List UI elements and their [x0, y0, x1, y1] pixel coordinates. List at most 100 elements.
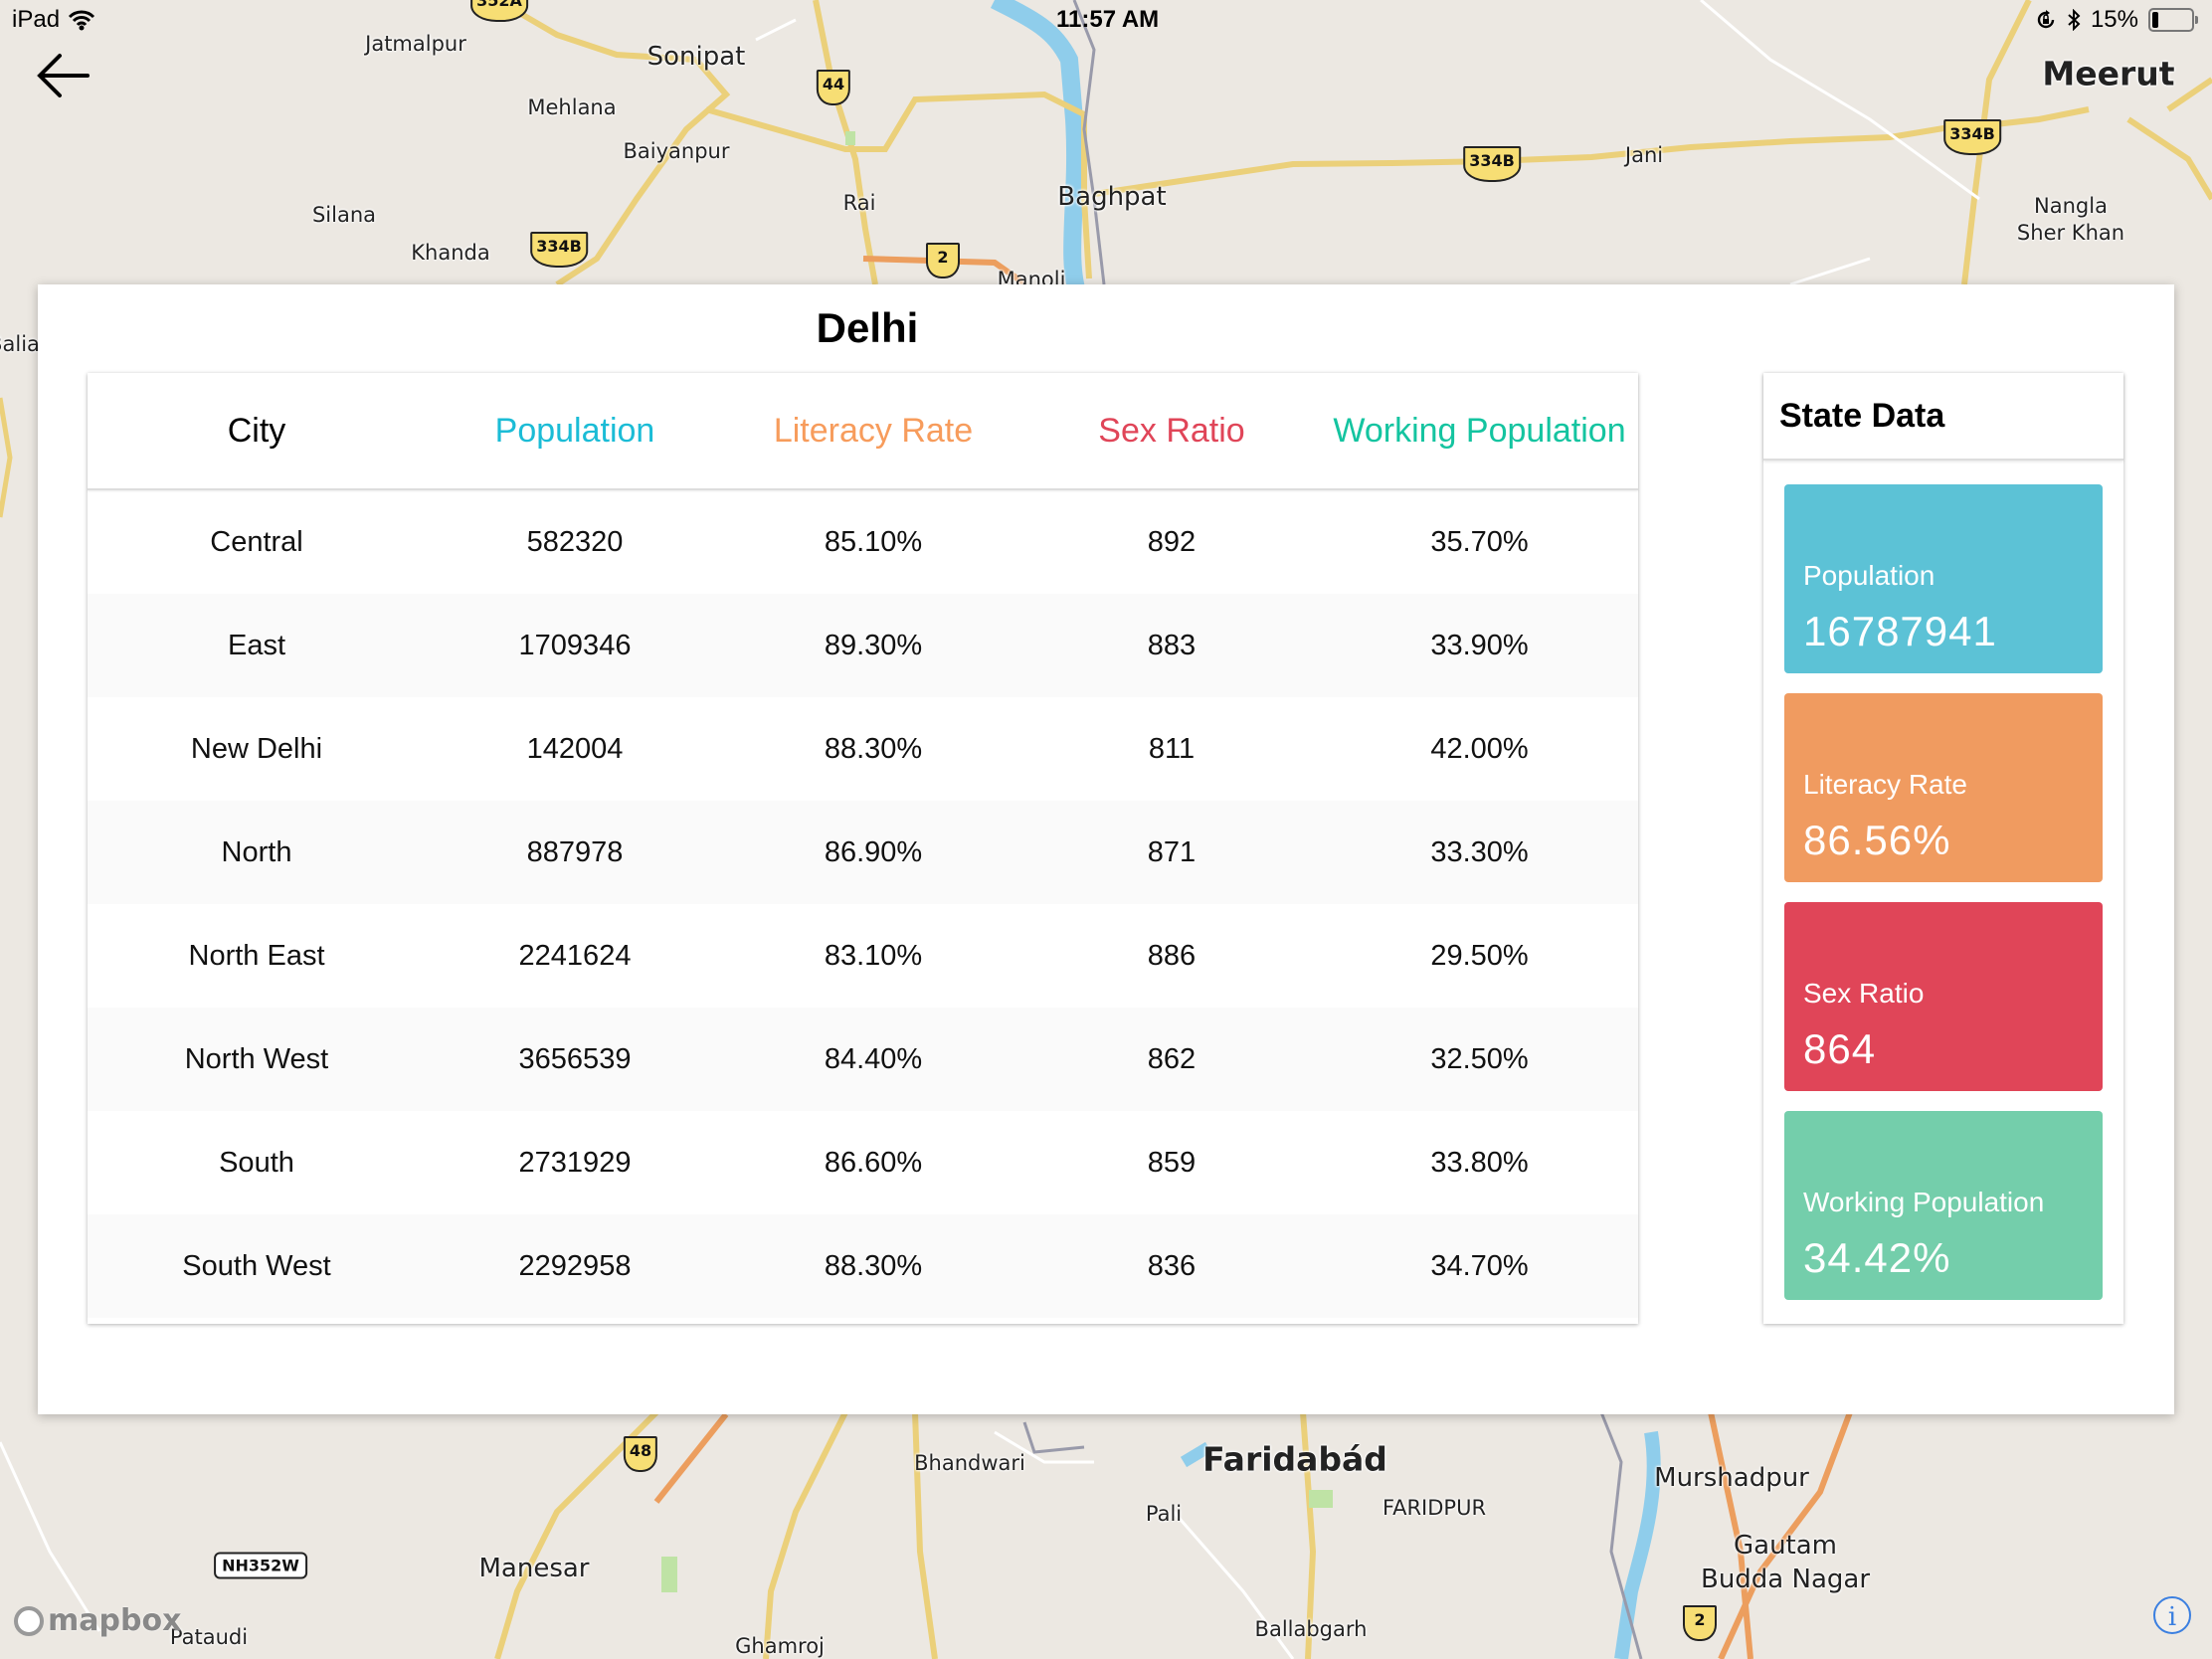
highway-label-box: NH352W	[214, 1552, 307, 1579]
table-row[interactable]: North East 2241624 83.10% 886 29.50%	[88, 904, 1638, 1008]
highway-shield: 44	[816, 70, 851, 105]
cell-working-population: 33.90%	[1430, 629, 1529, 661]
map-label: Budda Nagar	[1700, 1565, 1871, 1594]
column-header-sex-ratio[interactable]: Sex Ratio	[1022, 412, 1321, 451]
cell-city: North	[221, 835, 292, 868]
map-label: Manesar	[478, 1554, 590, 1583]
map-label: Sonipat	[646, 42, 746, 72]
cell-working-population: 32.50%	[1430, 1042, 1529, 1075]
map-label: Murshadpur	[1654, 1463, 1809, 1493]
info-icon: i	[2167, 1602, 2177, 1632]
status-bar: iPad 11:57 AM 15%	[0, 0, 2212, 40]
cell-literacy-rate: 89.30%	[824, 629, 923, 661]
map-label: Meerut	[2042, 54, 2175, 93]
cell-working-population: 34.70%	[1430, 1249, 1529, 1282]
table-header: City Population Literacy Rate Sex Ratio …	[88, 373, 1638, 490]
stat-value: 86.56%	[1803, 817, 1951, 863]
map-label: Bhandwari	[914, 1451, 1025, 1475]
stat-tile-population: Population 16787941	[1784, 484, 2103, 673]
highway-shield: 2	[1683, 1605, 1717, 1641]
column-header-literacy-rate[interactable]: Literacy Rate	[724, 412, 1022, 451]
cell-working-population: 33.30%	[1430, 835, 1529, 868]
table-row[interactable]: South 2731929 86.60% 859 33.80%	[88, 1111, 1638, 1214]
cell-city: New Delhi	[190, 732, 323, 765]
cell-literacy-rate: 83.10%	[824, 939, 923, 972]
cell-city: East	[227, 629, 286, 661]
map-label: Jani	[1624, 143, 1664, 167]
device-name: iPad	[12, 6, 61, 33]
cell-city: Central	[210, 525, 303, 558]
highway-shield: 48	[623, 1436, 658, 1472]
mapbox-mark-icon	[14, 1605, 44, 1636]
cell-population: 2241624	[518, 939, 632, 972]
map-label: Silana	[311, 203, 377, 227]
battery-percent: 15%	[2090, 6, 2138, 33]
column-header-population[interactable]: Population	[426, 412, 724, 451]
cell-city: North East	[188, 939, 325, 972]
cell-sex-ratio: 811	[1148, 732, 1196, 765]
map-label: Mehlana	[527, 95, 617, 119]
cell-sex-ratio: 836	[1147, 1249, 1197, 1282]
table-row[interactable]: Central 582320 85.10% 892 35.70%	[88, 490, 1638, 594]
mapbox-wordmark: mapbox	[48, 1603, 182, 1638]
stat-value: 16787941	[1803, 608, 1997, 654]
stat-tile-literacy-rate: Literacy Rate 86.56%	[1784, 693, 2103, 882]
map-label: Rai	[842, 191, 876, 215]
cell-city: South	[219, 1146, 294, 1179]
cell-literacy-rate: 85.10%	[824, 525, 923, 558]
cell-literacy-rate: 86.60%	[824, 1146, 923, 1179]
cell-population: 3656539	[518, 1042, 632, 1075]
state-data-panel: State Data Population 16787941 Literacy …	[1763, 373, 2123, 1324]
cell-literacy-rate: 88.30%	[824, 732, 923, 765]
cell-sex-ratio: 862	[1147, 1042, 1197, 1075]
column-header-working-population[interactable]: Working Population	[1321, 412, 1638, 451]
attribution-info-button[interactable]: i	[2153, 1596, 2191, 1634]
table-row[interactable]: North West 3656539 84.40% 862 32.50%	[88, 1008, 1638, 1111]
mapbox-logo[interactable]: mapbox	[14, 1603, 181, 1638]
cell-literacy-rate: 84.40%	[824, 1042, 923, 1075]
cell-working-population: 33.80%	[1430, 1146, 1529, 1179]
battery-level	[2152, 12, 2158, 28]
cell-population: 887978	[526, 835, 624, 868]
cell-working-population: 42.00%	[1430, 732, 1529, 765]
cell-population: 582320	[526, 525, 624, 558]
state-data-title: State Data	[1763, 373, 2123, 461]
cell-working-population: 29.50%	[1430, 939, 1529, 972]
back-button[interactable]	[36, 50, 92, 101]
cell-working-population: 35.70%	[1430, 525, 1529, 558]
battery-icon	[2148, 8, 2198, 32]
cell-city: South West	[182, 1249, 331, 1282]
highway-shield: 334B	[530, 232, 588, 268]
stat-label: Population	[1803, 560, 1936, 591]
cell-city: North West	[184, 1042, 329, 1075]
map-label: Ghamroj	[735, 1634, 825, 1658]
cell-literacy-rate: 88.30%	[824, 1249, 923, 1282]
table-row[interactable]: South West 2292958 88.30% 836 34.70%	[88, 1214, 1638, 1318]
column-header-city[interactable]: City	[88, 412, 426, 451]
table-row[interactable]: New Delhi 142004 88.30% 811 42.00%	[88, 697, 1638, 801]
map-label: Sher Khan	[2016, 221, 2125, 245]
page-title: Delhi	[816, 304, 919, 351]
stat-label: Working Population	[1803, 1187, 2045, 1217]
table-row[interactable]: East 1709346 89.30% 883 33.90%	[88, 594, 1638, 697]
cell-sex-ratio: 892	[1147, 525, 1197, 558]
wifi-icon	[68, 10, 95, 31]
map-label: Baiyanpur	[623, 139, 730, 163]
map-label: Khanda	[411, 241, 490, 265]
district-table: City Population Literacy Rate Sex Ratio …	[88, 373, 1638, 1324]
clock: 11:57 AM	[1056, 6, 1160, 33]
highway-shield: 2	[926, 243, 960, 278]
bluetooth-icon	[2068, 9, 2081, 31]
cell-sex-ratio: 883	[1147, 629, 1197, 661]
map-label: Pali	[1145, 1502, 1183, 1526]
map-label: Ballabgarh	[1254, 1617, 1368, 1641]
stat-value: 34.42%	[1803, 1234, 1951, 1281]
map-label: Pataudi	[169, 1625, 249, 1649]
arrow-left-icon	[37, 54, 90, 97]
stat-value: 864	[1803, 1025, 1877, 1072]
cell-sex-ratio: 886	[1147, 939, 1197, 972]
cell-population: 142004	[526, 732, 624, 765]
cell-literacy-rate: 86.90%	[824, 835, 923, 868]
table-row[interactable]: North 887978 86.90% 871 33.30%	[88, 801, 1638, 904]
stat-tile-sex-ratio: Sex Ratio 864	[1784, 902, 2103, 1091]
